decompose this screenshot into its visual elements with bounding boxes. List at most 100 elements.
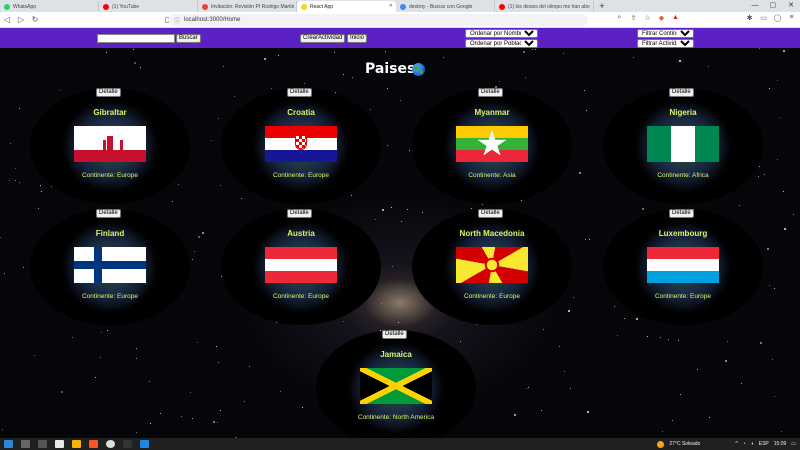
- search-button[interactable]: Buscar: [176, 34, 201, 43]
- star: [95, 377, 96, 378]
- search-icon[interactable]: [21, 440, 30, 448]
- home-button[interactable]: Inicio: [347, 34, 368, 43]
- maximize-icon[interactable]: ▢: [764, 0, 782, 12]
- sidebar-icon[interactable]: ▭: [759, 14, 768, 22]
- star: [559, 346, 560, 347]
- star: [61, 391, 63, 393]
- new-tab-button[interactable]: +: [597, 1, 607, 12]
- minimize-icon[interactable]: —: [746, 0, 764, 12]
- folder-icon[interactable]: [72, 440, 81, 448]
- star: [401, 221, 402, 222]
- jamaica-flag: [360, 368, 432, 404]
- github-icon[interactable]: [106, 440, 115, 448]
- star: [2, 429, 3, 430]
- country-name: Austria: [287, 229, 315, 238]
- forward-icon[interactable]: ▷: [14, 15, 28, 24]
- globe-icon: [412, 63, 425, 76]
- star: [218, 118, 219, 119]
- order-by-population-select[interactable]: Ordenar por Población: [465, 39, 538, 48]
- star: [541, 410, 542, 411]
- window-controls: — ▢ ✕: [746, 0, 800, 12]
- detail-button[interactable]: Detalle: [478, 88, 503, 97]
- star: [777, 80, 778, 81]
- detail-button[interactable]: Detalle: [669, 88, 694, 97]
- detail-button[interactable]: Detalle: [96, 209, 121, 218]
- detail-button[interactable]: Detalle: [478, 209, 503, 218]
- browser-tab-youtube-2[interactable]: (1) los dioses del olimpo me han abo: [495, 1, 594, 12]
- detail-button[interactable]: Detalle: [669, 209, 694, 218]
- star: [514, 414, 516, 416]
- star: [387, 145, 388, 146]
- extensions-icon[interactable]: ✱: [745, 14, 754, 22]
- detail-button[interactable]: Detalle: [96, 88, 121, 97]
- weather-text[interactable]: 27°C Soleado: [669, 441, 700, 447]
- filter-activities-select[interactable]: Filtrar Actividades: [637, 39, 694, 48]
- continent-label: Continente: Europe: [272, 293, 329, 300]
- wifi-icon[interactable]: ◔: [743, 441, 746, 447]
- star: [334, 52, 335, 53]
- filter-continent-select[interactable]: Filtrar Continente: [637, 29, 694, 38]
- star: [783, 191, 784, 192]
- share-icon[interactable]: ⇪: [629, 14, 638, 22]
- chevron-up-icon[interactable]: ^: [735, 441, 737, 447]
- star-bookmark-icon[interactable]: ☆: [643, 14, 652, 22]
- zoom-icon[interactable]: ⌕: [615, 14, 624, 22]
- star: [181, 416, 182, 417]
- menu-icon[interactable]: ≡: [787, 14, 796, 22]
- browser-tab-gmail[interactable]: Invitación: Revisión PI Rodrigo Martin: [198, 1, 297, 12]
- star: [708, 66, 709, 67]
- star: [343, 74, 344, 75]
- star: [134, 62, 136, 64]
- brave-rewards-icon[interactable]: ▲: [671, 14, 680, 22]
- browser-tab-google[interactable]: destroy - Buscar con Google: [396, 1, 495, 12]
- myanmar-flag: [456, 126, 528, 162]
- browser-tab-react-app[interactable]: React App ✕: [297, 1, 396, 12]
- continent-label: Continente: Europe: [81, 293, 138, 300]
- windows-start-icon[interactable]: [4, 440, 13, 448]
- notification-icon[interactable]: ▭: [791, 441, 796, 447]
- star: [15, 180, 16, 181]
- continent-label: Continente: Europe: [654, 293, 711, 300]
- star: [106, 52, 107, 53]
- volume-icon[interactable]: ◖: [751, 441, 754, 447]
- detail-button[interactable]: Detalle: [287, 209, 312, 218]
- brave-shield-icon[interactable]: ◆: [657, 14, 666, 22]
- brave-browser-icon[interactable]: [89, 440, 98, 448]
- close-window-icon[interactable]: ✕: [782, 0, 800, 12]
- star: [564, 371, 565, 372]
- star: [19, 182, 20, 183]
- detail-button[interactable]: Detalle: [287, 88, 312, 97]
- task-view-icon[interactable]: [38, 440, 47, 448]
- vscode-icon[interactable]: [140, 440, 149, 448]
- star: [680, 394, 681, 395]
- continent-label: Continente: Africa: [657, 172, 709, 179]
- luxembourg-flag: [647, 247, 719, 283]
- star: [779, 117, 780, 118]
- star: [781, 431, 782, 432]
- order-by-name-select[interactable]: Ordenar por Nombre: [465, 29, 538, 38]
- profile-icon[interactable]: ◯: [773, 14, 782, 22]
- browser-tab-youtube[interactable]: (1) YouTube: [99, 1, 198, 12]
- create-activity-button[interactable]: CrearActividad: [300, 34, 346, 43]
- star: [190, 392, 191, 393]
- close-tab-icon[interactable]: ✕: [389, 3, 393, 9]
- star: [739, 205, 740, 206]
- star: [783, 50, 785, 52]
- country-card: Detalle Austria Continente: Europe: [221, 209, 381, 325]
- clock[interactable]: 15:09: [774, 441, 787, 447]
- file-explorer-icon[interactable]: [55, 440, 64, 448]
- star: [774, 396, 775, 397]
- reload-icon[interactable]: ↻: [28, 15, 42, 24]
- star: [391, 207, 392, 208]
- back-icon[interactable]: ◁: [0, 15, 14, 24]
- browser-tab-whatsapp[interactable]: WhatsApp: [0, 1, 99, 12]
- star: [202, 232, 204, 234]
- address-bar[interactable]: ⓘ localhost:3000/Home: [168, 14, 588, 26]
- star: [0, 237, 1, 238]
- terminal-icon[interactable]: [123, 440, 132, 448]
- country-card: Detalle Croatia Continente: Europe: [221, 88, 381, 204]
- search-input[interactable]: [97, 34, 175, 43]
- detail-button[interactable]: Detalle: [382, 330, 407, 339]
- star: [672, 420, 673, 421]
- language-indicator[interactable]: ESP: [759, 441, 769, 447]
